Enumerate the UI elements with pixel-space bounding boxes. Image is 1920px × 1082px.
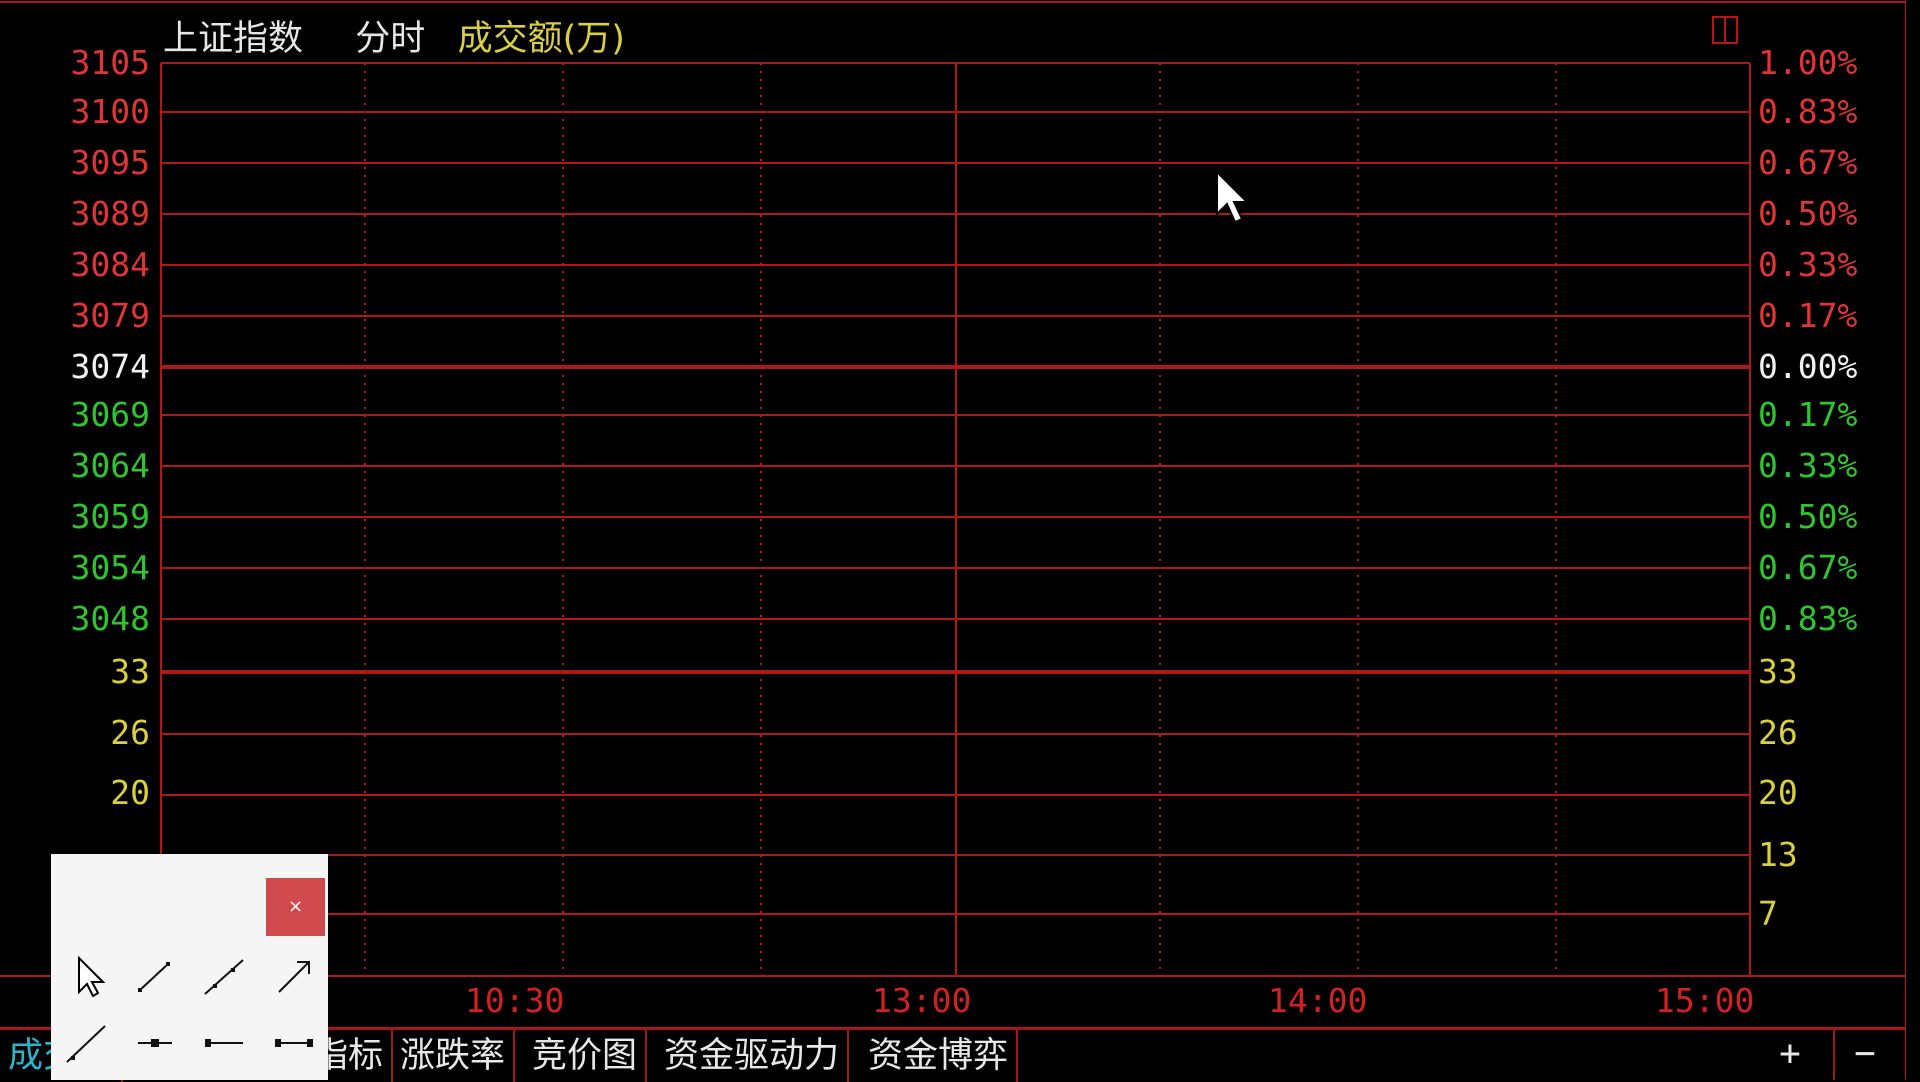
price-tick-label: 3054: [70, 548, 150, 587]
zoom-out-button[interactable]: −: [1833, 1028, 1895, 1080]
time-tick-label: 15:00: [1655, 981, 1755, 1020]
price-tick-label: 3105: [70, 43, 150, 82]
percent-tick-label: 0.83%: [1758, 599, 1858, 638]
price-tick-label: 3100: [70, 92, 150, 131]
volume-tick-label: 13: [1758, 835, 1798, 874]
percent-tick-label: 1.00%: [1758, 43, 1858, 82]
mouse-cursor-icon: [1216, 170, 1250, 224]
percent-tick-label: 0.17%: [1758, 296, 1858, 335]
horizontal-segment-tool-icon[interactable]: [130, 1018, 180, 1068]
percent-tick-label: 0.50%: [1758, 497, 1858, 536]
volume-tick-label: 26: [110, 713, 150, 752]
time-tick-label: 13:00: [872, 981, 972, 1020]
percent-tick-label: 0.83%: [1758, 92, 1858, 131]
price-tick-label: 3064: [70, 446, 150, 485]
index-name[interactable]: 上证指数: [163, 19, 303, 59]
zoom-in-button[interactable]: +: [1760, 1028, 1820, 1080]
ray-line-tool-icon[interactable]: [61, 1018, 111, 1068]
volume-tick-label: 20: [110, 773, 150, 812]
horizontal-ray-tool-icon[interactable]: [269, 1018, 319, 1068]
tab-4[interactable]: 资金驱动力: [656, 1030, 850, 1082]
drawing-toolbox: ×: [51, 854, 328, 1080]
percent-tick-label: 0.33%: [1758, 245, 1858, 284]
volume-tick-label: 20: [1758, 773, 1798, 812]
volume-tick-label: 33: [1758, 652, 1798, 691]
pointer-tool-icon[interactable]: [67, 952, 117, 1002]
volume-label: 成交额(万): [457, 19, 625, 59]
line-segment-tool-icon[interactable]: [130, 952, 180, 1002]
horizontal-line-tool-icon[interactable]: [199, 1018, 249, 1068]
extended-line-tool-icon[interactable]: [199, 952, 249, 1002]
chart-mode[interactable]: 分时: [355, 19, 425, 59]
tab-3[interactable]: 竞价图: [524, 1030, 648, 1082]
price-tick-label: 3059: [70, 497, 150, 536]
price-tick-label: 3089: [70, 194, 150, 233]
side-panel-edge: [1906, 0, 1920, 1080]
volume-tick-label: 7: [1758, 894, 1778, 933]
price-tick-label: 3074: [70, 347, 150, 386]
percent-tick-label: 0.67%: [1758, 143, 1858, 182]
volume-tick-label: 26: [1758, 713, 1798, 752]
percent-tick-label: 0.17%: [1758, 395, 1858, 434]
price-tick-label: 3069: [70, 395, 150, 434]
tab-5[interactable]: 资金博弈: [860, 1030, 1019, 1082]
arrow-line-tool-icon[interactable]: [269, 952, 319, 1002]
tab-2[interactable]: 涨跌率: [392, 1030, 516, 1082]
price-tick-label: 3079: [70, 296, 150, 335]
time-tick-label: 10:30: [465, 981, 565, 1020]
toolbox-close-button[interactable]: ×: [266, 878, 325, 936]
price-tick-label: 3084: [70, 245, 150, 284]
price-tick-label: 3048: [70, 599, 150, 638]
time-tick-label: 14:00: [1268, 981, 1368, 1020]
percent-tick-label: 0.50%: [1758, 194, 1858, 233]
price-tick-label: 3095: [70, 143, 150, 182]
volume-tick-label: 33: [110, 652, 150, 691]
chart-header: 上证指数 分时 成交额(万): [163, 10, 625, 61]
layout-toggle-icon[interactable]: [1712, 16, 1738, 44]
percent-tick-label: 0.67%: [1758, 548, 1858, 587]
percent-tick-label: 0.00%: [1758, 347, 1858, 386]
percent-tick-label: 0.33%: [1758, 446, 1858, 485]
